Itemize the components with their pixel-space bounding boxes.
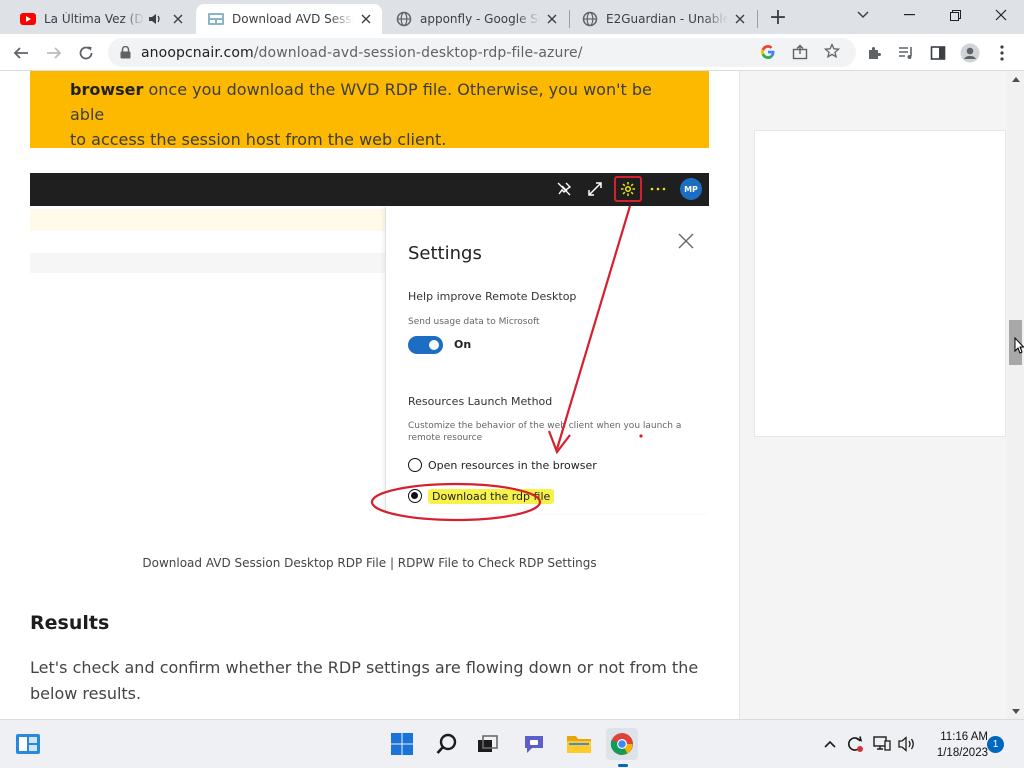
globe-icon	[582, 11, 598, 27]
speaker-icon[interactable]	[148, 12, 162, 26]
active-app-indicator	[618, 764, 628, 767]
tab-search-button[interactable]	[840, 0, 886, 30]
kebab-menu-icon	[1000, 45, 1004, 61]
scroll-up-icon[interactable]	[1009, 73, 1022, 85]
page-viewport: browser once you download the WVD RDP fi…	[0, 71, 1024, 719]
scrollbar-track[interactable]	[1007, 71, 1024, 719]
chat-button[interactable]	[518, 728, 550, 760]
forward-button[interactable]	[41, 40, 67, 66]
url-host: anoopcnair.com	[141, 44, 254, 61]
new-tab-button[interactable]: +	[766, 6, 790, 30]
sidebar-ad-slot	[754, 130, 1006, 437]
system-clock[interactable]: 11:16 AM 1/18/2023	[916, 729, 988, 761]
restore-icon	[949, 9, 961, 21]
globe-icon	[396, 11, 412, 27]
tab-strip: La Última Vez (Delu Download AVD Session…	[0, 0, 1024, 34]
close-tab-icon[interactable]	[732, 11, 748, 27]
site-icon	[208, 11, 224, 27]
url-text: anoopcnair.com/download-avd-session-desk…	[141, 45, 583, 61]
tab-title: apponfly - Google Sea	[420, 12, 540, 26]
search-button[interactable]	[431, 728, 463, 760]
lock-icon	[120, 46, 131, 59]
chrome-icon	[610, 733, 633, 755]
chevron-up-icon	[824, 740, 836, 748]
close-window-button[interactable]	[978, 0, 1024, 30]
chevron-down-icon	[857, 11, 869, 19]
callout-bold-text: browser	[70, 80, 144, 99]
tab-download-avd[interactable]: Download AVD Session	[196, 4, 382, 34]
arrow-right-icon	[47, 47, 62, 59]
minimize-button[interactable]	[886, 0, 932, 30]
annotation-circle	[370, 482, 542, 522]
file-explorer-button[interactable]	[563, 728, 595, 760]
sync-status-icon[interactable]	[845, 734, 865, 754]
clock-time: 11:16 AM	[940, 731, 988, 743]
tab-e2guardian[interactable]: E2Guardian - Unable to	[570, 4, 756, 34]
start-button[interactable]	[386, 728, 418, 760]
arrow-left-icon	[13, 47, 28, 59]
profile-button[interactable]	[957, 40, 983, 66]
avatar-icon	[960, 43, 980, 63]
google-icon[interactable]	[760, 44, 776, 64]
widgets-icon	[16, 734, 40, 754]
back-button[interactable]	[8, 40, 34, 66]
callout-line-2: to access the session host from the web …	[70, 130, 447, 149]
tab-title: Download AVD Session	[232, 12, 354, 26]
browser-toolbar: anoopcnair.com/download-avd-session-desk…	[0, 34, 1024, 71]
volume-icon[interactable]	[897, 734, 917, 754]
tab-youtube[interactable]: La Última Vez (Delu	[8, 4, 194, 34]
results-heading: Results	[30, 612, 110, 634]
tab-title: La Última Vez (Delu	[44, 12, 144, 26]
figure-caption: Download AVD Session Desktop RDP File | …	[142, 556, 597, 570]
chat-icon	[525, 736, 543, 753]
annotation-arrow	[555, 205, 632, 450]
side-panel-icon	[930, 46, 946, 60]
puzzle-icon	[869, 47, 881, 59]
task-view-button[interactable]	[472, 728, 504, 760]
side-panel-button[interactable]	[925, 40, 951, 66]
restore-button[interactable]	[932, 0, 978, 30]
screenshot-figure: MP Settings Help improve Remote Desktop …	[30, 173, 709, 522]
close-tab-icon[interactable]	[170, 11, 186, 27]
task-view-icon	[478, 735, 498, 752]
folder-icon	[567, 736, 591, 753]
callout-line-1: browser once you download the WVD RDP fi…	[70, 77, 669, 127]
annotation-overlay	[370, 205, 643, 522]
network-icon[interactable]	[872, 734, 892, 754]
show-hidden-icons-button[interactable]	[820, 734, 840, 754]
star-icon[interactable]	[823, 42, 841, 63]
annotation-dot	[639, 434, 643, 438]
playlist-icon	[899, 47, 912, 59]
taskbar: 11:16 AM 1/18/2023	[0, 719, 1024, 768]
mouse-cursor-icon	[1014, 336, 1024, 359]
tab-title: E2Guardian - Unable to	[606, 12, 728, 26]
reload-button[interactable]	[73, 40, 99, 66]
tab-separator	[757, 10, 758, 28]
windows-icon	[391, 733, 413, 755]
results-paragraph: Let's check and confirm whether the RDP …	[30, 658, 699, 703]
reload-icon	[79, 46, 93, 60]
close-tab-icon[interactable]	[358, 11, 374, 27]
share-icon[interactable]	[792, 44, 808, 64]
widgets-button[interactable]	[12, 728, 44, 760]
chrome-taskbar-button[interactable]	[606, 728, 638, 760]
url-path: /download-avd-session-desktop-rdp-file-a…	[253, 44, 583, 61]
extensions-button[interactable]	[861, 40, 887, 66]
youtube-icon	[20, 11, 36, 27]
callout-text: once you download the WVD RDP file. Othe…	[70, 80, 652, 124]
search-icon	[436, 733, 457, 754]
media-controls-button[interactable]	[893, 40, 919, 66]
warning-callout: browser once you download the WVD RDP fi…	[30, 71, 709, 149]
plus-icon: +	[768, 5, 788, 30]
tab-apponfly[interactable]: apponfly - Google Sea	[384, 4, 568, 34]
close-icon	[995, 9, 1007, 21]
menu-button[interactable]	[989, 40, 1015, 66]
clock-date: 1/18/2023	[936, 747, 988, 759]
scroll-down-icon[interactable]	[1009, 705, 1022, 717]
notification-badge[interactable]: 1	[987, 736, 1004, 753]
minimize-icon	[903, 14, 915, 16]
address-bar[interactable]: anoopcnair.com/download-avd-session-desk…	[108, 38, 856, 67]
close-tab-icon[interactable]	[544, 11, 560, 27]
